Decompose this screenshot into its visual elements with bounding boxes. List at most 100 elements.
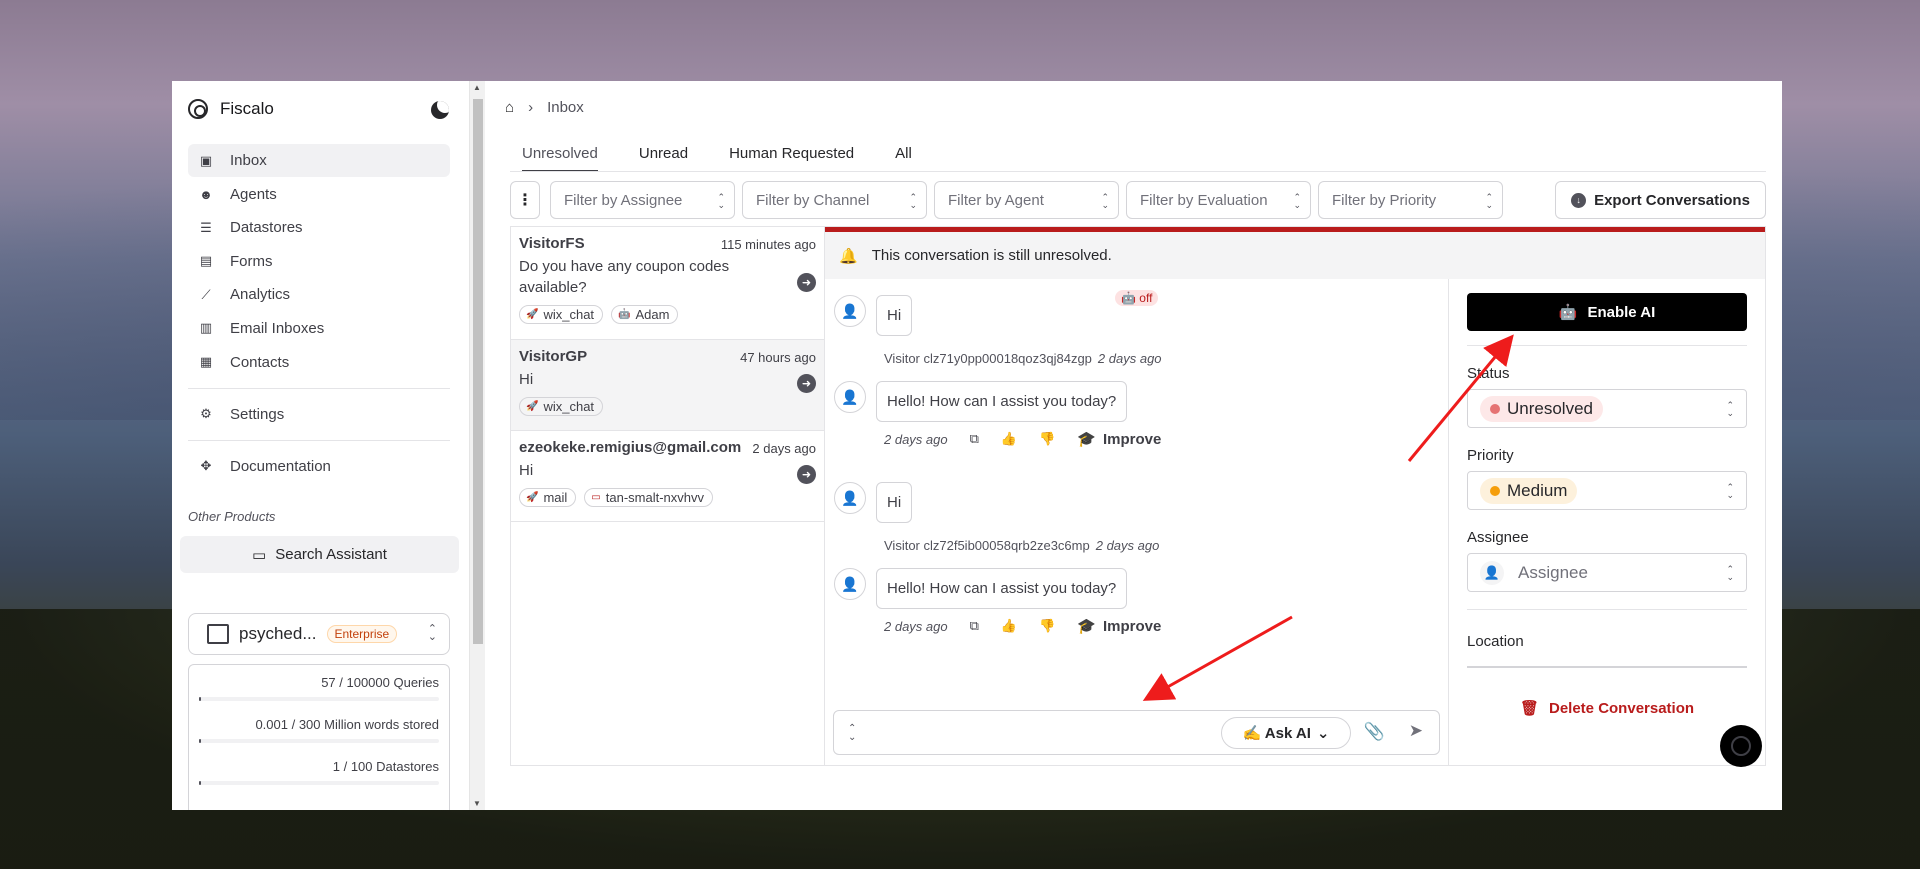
improve-button[interactable]: 🎓 Improve — [1077, 617, 1162, 636]
tag: 🤖 Adam — [611, 305, 679, 324]
usage-queries: 57 / 100000 Queries — [199, 671, 439, 713]
sidebar-item-inbox[interactable]: ▣ Inbox — [188, 144, 450, 177]
message: 👤 Hello! How can I assist you today? — [834, 568, 1128, 609]
usage-progress-fill — [199, 739, 202, 743]
priority-dot — [1490, 485, 1500, 496]
tab-unread[interactable]: Unread — [639, 141, 688, 172]
sidebar-item-forms[interactable]: ▤ Forms — [188, 245, 450, 278]
more-options-button[interactable]: ⋮ — [510, 181, 540, 219]
copy-icon[interactable]: ⧉ — [970, 431, 979, 447]
home-icon[interactable]: ⌂ — [505, 99, 514, 116]
filter-assignee-select[interactable]: Filter by Assignee ⌃ ⌄ — [550, 181, 735, 219]
message-thread: 🤖 off 👤 Hi Visitor clz71y0pp00018qoz3qj8… — [825, 279, 1449, 765]
sidebar-item-email-inboxes[interactable]: ▥ Email Inboxes — [188, 312, 450, 345]
breadcrumb: ⌂ › Inbox — [505, 99, 584, 116]
message-sender: Visitor clz71y0pp00018qoz3qj84zgp — [884, 351, 1092, 366]
dark-mode-toggle-icon[interactable] — [431, 101, 449, 119]
chevron-up-down-icon[interactable]: ⌃ ⌄ — [848, 724, 856, 743]
arrow-right-icon[interactable]: ➜ — [797, 465, 816, 484]
assignee-select[interactable]: 👤 Assignee ⌃ ⌄ — [1467, 553, 1747, 592]
message-bubble: Hello! How can I assist you today? — [876, 568, 1128, 609]
status-value: Unresolved — [1507, 398, 1593, 418]
conversation-list: VisitorFS 115 minutes ago Do you have an… — [511, 227, 825, 765]
sidebar-item-contacts[interactable]: ▦ Contacts — [188, 346, 450, 379]
tab-unresolved[interactable]: Unresolved — [522, 141, 598, 172]
export-conversations-button[interactable]: ↓ Export Conversations — [1555, 181, 1766, 219]
filter-channel-select[interactable]: Filter by Channel ⌃ ⌄ — [742, 181, 927, 219]
assignee-placeholder-wrap: 👤 Assignee — [1480, 560, 1588, 585]
delete-conversation-button[interactable]: 🗑 Delete Conversation — [1467, 699, 1747, 718]
chevron-up-down-icon: ⌃ ⌄ — [1726, 482, 1734, 500]
tab-human-requested[interactable]: Human Requested — [729, 141, 854, 172]
tag-label: tan-smalt-nxvhvv — [605, 490, 704, 505]
tag-label: wix_chat — [543, 399, 595, 414]
thumbs-down-icon[interactable]: 👎 — [1039, 431, 1055, 447]
sidebar-item-analytics[interactable]: ⟋ Analytics — [188, 278, 450, 311]
scrollbar-thumb[interactable] — [473, 99, 483, 644]
message-time: 2 days ago — [1095, 538, 1160, 553]
arrow-right-icon[interactable]: ➜ — [797, 273, 816, 292]
organization-select[interactable]: psyched... Enterprise ⌃ ⌄ — [188, 613, 450, 655]
unresolved-banner: 🔔 This conversation is still unresolved. — [825, 232, 1765, 279]
thumbs-down-icon[interactable]: 👎 — [1039, 618, 1055, 634]
message-sender: Visitor clz72f5ib00058qrb2ze3c6mp — [884, 538, 1090, 553]
tab-all[interactable]: All — [895, 141, 912, 172]
conversation-tags: 🚀 wix_chat 🤖 Adam — [519, 305, 816, 324]
user-avatar-icon: 👤 — [834, 568, 866, 600]
person-icon: 👤 — [1480, 560, 1504, 585]
breadcrumb-current[interactable]: Inbox — [547, 99, 584, 116]
thumbs-up-icon[interactable]: 👍 — [1001, 431, 1017, 447]
scroll-down-icon[interactable]: ▼ — [473, 799, 481, 808]
tabs-divider — [510, 171, 1766, 172]
scroll-up-icon[interactable]: ▲ — [473, 83, 481, 92]
chevron-up-down-icon: ⌃ ⌄ — [1726, 400, 1734, 418]
tag-label: Adam — [635, 307, 670, 322]
usage-progress-bar — [199, 781, 439, 785]
priority-select[interactable]: Medium ⌃ ⌄ — [1467, 471, 1747, 510]
sidebar-scrollbar[interactable]: ▲ ▼ — [469, 81, 485, 810]
conversation-item[interactable]: VisitorGP 47 hours ago Hi ➜ 🚀 wix_chat — [511, 340, 824, 431]
sidebar-item-datastores[interactable]: ☰ Datastores — [188, 211, 450, 244]
filter-priority-select[interactable]: Filter by Priority ⌃ ⌄ — [1318, 181, 1503, 219]
sidebar-item-documentation[interactable]: ✥ Documentation — [188, 450, 450, 483]
graduation-cap-icon: 🎓 — [1077, 618, 1096, 635]
app-window: Fiscalo ▣ Inbox ☻ Agents ☰ Datastores ▤ … — [172, 81, 1782, 810]
message-actions: 2 days ago ⧉ 👍 👎 🎓 Improve — [884, 430, 1161, 449]
filter-evaluation-select[interactable]: Filter by Evaluation ⌃ ⌄ — [1126, 181, 1311, 219]
ai-status-label: off — [1139, 291, 1153, 305]
sidebar-item-settings[interactable]: ⚙ Settings — [188, 398, 450, 431]
filter-agent-select[interactable]: Filter by Agent ⌃ ⌄ — [934, 181, 1119, 219]
conversation-item[interactable]: VisitorFS 115 minutes ago Do you have an… — [511, 227, 824, 340]
user-avatar-icon: 👤 — [834, 482, 866, 514]
thumbs-up-icon[interactable]: 👍 — [1001, 618, 1017, 634]
priority-label: Priority — [1467, 447, 1514, 464]
enable-ai-button[interactable]: 🤖 Enable AI — [1467, 293, 1747, 331]
sidebar-item-label: Email Inboxes — [230, 319, 325, 337]
user-avatar-icon: 👤 — [834, 295, 866, 327]
arrow-right-icon[interactable]: ➜ — [797, 374, 816, 393]
chat-widget-button[interactable] — [1720, 725, 1762, 767]
graduation-cap-icon: 🎓 — [1077, 431, 1096, 448]
form-icon: ▤ — [199, 253, 213, 269]
location-label: Location — [1467, 633, 1524, 650]
inbox-tabs: Unresolved Unread Human Requested All — [522, 141, 953, 172]
usage-progress-fill — [199, 697, 202, 701]
conversation-item[interactable]: ezeokeke.remigius@gmail.com 2 days ago H… — [511, 431, 824, 522]
improve-label: Improve — [1102, 617, 1162, 635]
message-composer[interactable]: ⌃ ⌄ ✍️ Ask AI ⌄ 📎 ➤ — [833, 710, 1440, 755]
usage-label: 57 / 100000 Queries — [321, 675, 439, 690]
send-icon[interactable]: ➤ — [1409, 721, 1423, 741]
search-assistant-button[interactable]: ▭ Search Assistant — [180, 536, 459, 573]
tag-label: mail — [543, 490, 568, 505]
sidebar-item-agents[interactable]: ☻ Agents — [188, 178, 450, 211]
chevron-up-down-icon: ⌃ ⌄ — [1726, 564, 1734, 582]
paperclip-icon[interactable]: 📎 — [1364, 722, 1385, 742]
ask-ai-button[interactable]: ✍️ Ask AI ⌄ — [1221, 717, 1351, 749]
filter-placeholder: Filter by Channel — [756, 191, 870, 209]
status-select[interactable]: Unresolved ⌃ ⌄ — [1467, 389, 1747, 428]
brand[interactable]: Fiscalo — [188, 99, 274, 119]
improve-button[interactable]: 🎓 Improve — [1077, 430, 1161, 449]
usage-label: 1 / 100 Datastores — [332, 759, 439, 774]
copy-icon[interactable]: ⧉ — [970, 618, 979, 634]
chevron-up-down-icon: ⌃ ⌄ — [427, 623, 437, 643]
